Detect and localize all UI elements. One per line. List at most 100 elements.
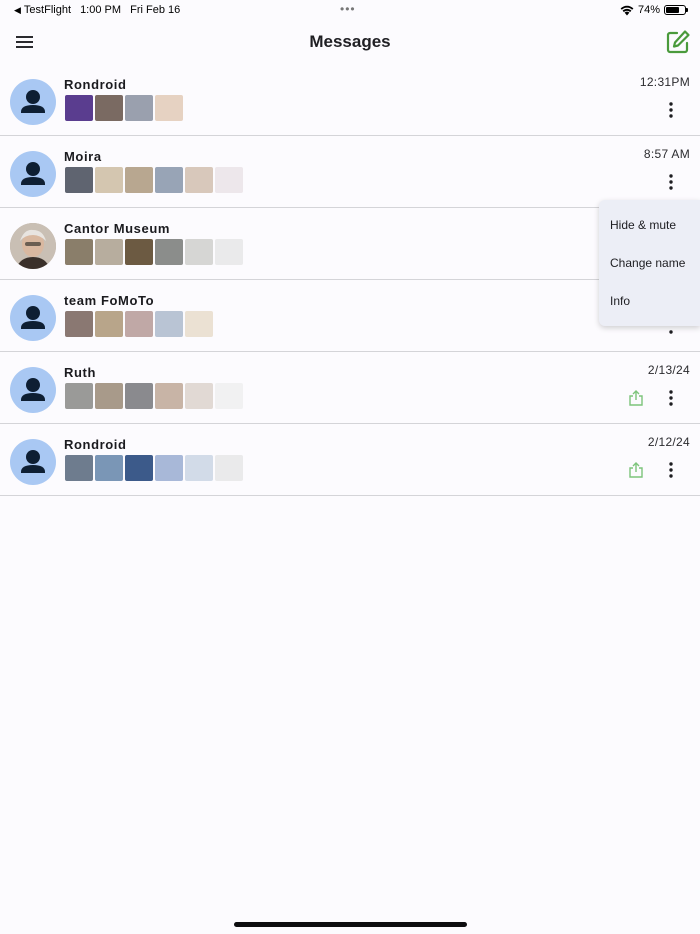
page-title: Messages xyxy=(309,32,391,51)
conversation-time: 2/12/24 xyxy=(647,435,690,449)
photo-thumbnail-strip xyxy=(65,455,243,481)
photo-thumbnail[interactable] xyxy=(95,95,123,121)
conversation-row[interactable]: team FoMoTo xyxy=(0,280,700,352)
more-options-button[interactable] xyxy=(664,173,678,191)
person-icon xyxy=(21,90,45,113)
photo-thumbnail[interactable] xyxy=(65,167,93,193)
photo-thumbnail[interactable] xyxy=(95,455,123,481)
battery-percent: 74% xyxy=(637,4,660,16)
photo-thumbnail[interactable] xyxy=(155,311,183,337)
hamburger-menu-button[interactable] xyxy=(14,32,36,52)
conversation-row[interactable]: Rondroid 12:31PM xyxy=(0,64,700,136)
home-indicator[interactable] xyxy=(234,922,467,927)
photo-thumbnail-strip xyxy=(65,383,243,409)
photo-thumbnail[interactable] xyxy=(185,455,213,481)
photo-thumbnail[interactable] xyxy=(65,95,93,121)
photo-thumbnail[interactable] xyxy=(185,239,213,265)
back-arrow-icon: ◀ xyxy=(14,5,21,15)
photo-thumbnail-strip xyxy=(65,239,243,265)
avatar-photo[interactable] xyxy=(10,223,56,269)
photo-thumbnail[interactable] xyxy=(125,95,153,121)
photo-thumbnail[interactable] xyxy=(185,383,213,409)
photo-thumbnail-strip xyxy=(65,311,213,337)
photo-thumbnail[interactable] xyxy=(95,311,123,337)
multitasking-dots[interactable]: ••• xyxy=(340,2,356,16)
photo-thumbnail[interactable] xyxy=(95,239,123,265)
photo-thumbnail[interactable] xyxy=(155,383,183,409)
app-bar: Messages xyxy=(0,20,700,64)
photo-thumbnail[interactable] xyxy=(125,167,153,193)
photo-thumbnail[interactable] xyxy=(65,383,93,409)
status-time: 1:00 PM xyxy=(80,4,122,16)
conversation-row[interactable]: Cantor Museum xyxy=(0,208,700,280)
conversation-name: Rondroid xyxy=(64,77,127,92)
conversation-time: 12:31PM xyxy=(639,75,690,89)
menu-item-change-name[interactable]: Change name xyxy=(610,256,685,270)
menu-item-info[interactable]: Info xyxy=(610,294,630,308)
person-icon xyxy=(21,306,45,329)
avatar[interactable] xyxy=(10,79,56,125)
status-date: Fri Feb 16 xyxy=(130,4,181,16)
conversation-row[interactable]: Moira 8:57 AM xyxy=(0,136,700,208)
compose-button[interactable] xyxy=(664,28,692,56)
photo-thumbnail[interactable] xyxy=(95,383,123,409)
status-right: 74% xyxy=(620,4,688,16)
hamburger-menu-icon xyxy=(16,36,33,48)
avatar[interactable] xyxy=(10,367,56,413)
photo-thumbnail[interactable] xyxy=(125,239,153,265)
conversation-row[interactable]: Ruth 2/13/24 xyxy=(0,352,700,424)
photo-thumbnail[interactable] xyxy=(155,95,183,121)
more-options-button[interactable] xyxy=(664,101,678,119)
conversation-row[interactable]: Rondroid 2/12/24 xyxy=(0,424,700,496)
photo-thumbnail[interactable] xyxy=(185,167,213,193)
conversation-options-menu: Hide & mute Change name Info xyxy=(599,200,700,326)
status-bar: ◀ TestFlight 1:00 PM Fri Feb 16 ••• 74% xyxy=(0,0,700,20)
photo-thumbnail-strip xyxy=(65,95,183,121)
photo-thumbnail[interactable] xyxy=(125,311,153,337)
photo-thumbnail[interactable] xyxy=(155,167,183,193)
compose-edit-icon xyxy=(666,30,690,54)
photo-thumbnail[interactable] xyxy=(125,383,153,409)
avatar[interactable] xyxy=(10,439,56,485)
photo-thumbnail[interactable] xyxy=(215,167,243,193)
share-button[interactable] xyxy=(628,389,644,407)
back-app-label: TestFlight xyxy=(23,4,71,16)
photo-thumbnail[interactable] xyxy=(125,455,153,481)
more-options-button[interactable] xyxy=(664,461,678,479)
photo-thumbnail[interactable] xyxy=(65,311,93,337)
avatar[interactable] xyxy=(10,295,56,341)
person-icon xyxy=(21,162,45,185)
menu-item-hide-mute[interactable]: Hide & mute xyxy=(610,218,676,232)
avatar[interactable] xyxy=(10,151,56,197)
more-vert-icon xyxy=(669,390,673,406)
photo-thumbnail[interactable] xyxy=(65,455,93,481)
share-icon xyxy=(629,390,643,406)
status-left: ◀ TestFlight 1:00 PM Fri Feb 16 xyxy=(14,4,180,16)
photo-thumbnail[interactable] xyxy=(155,455,183,481)
more-options-button[interactable] xyxy=(664,389,678,407)
photo-thumbnail[interactable] xyxy=(95,167,123,193)
share-icon xyxy=(629,462,643,478)
avatar-photo-image xyxy=(10,223,56,269)
conversation-name: Cantor Museum xyxy=(64,221,171,236)
conversation-name: team FoMoTo xyxy=(64,293,155,308)
conversation-name: Rondroid xyxy=(64,437,127,452)
photo-thumbnail[interactable] xyxy=(65,239,93,265)
share-button[interactable] xyxy=(628,461,644,479)
photo-thumbnail[interactable] xyxy=(185,311,213,337)
conversation-name: Ruth xyxy=(64,365,96,380)
more-vert-icon xyxy=(669,102,673,118)
person-icon xyxy=(21,378,45,401)
battery-fill xyxy=(666,7,680,13)
conversation-name: Moira xyxy=(64,149,102,164)
battery-icon xyxy=(664,5,688,15)
back-to-app-button[interactable]: ◀ TestFlight xyxy=(14,4,71,16)
photo-thumbnail-strip xyxy=(65,167,243,193)
person-icon xyxy=(21,450,45,473)
photo-thumbnail[interactable] xyxy=(155,239,183,265)
more-vert-icon xyxy=(669,174,673,190)
photo-thumbnail[interactable] xyxy=(215,239,243,265)
photo-thumbnail[interactable] xyxy=(215,383,243,409)
conversation-time: 8:57 AM xyxy=(643,147,690,161)
photo-thumbnail[interactable] xyxy=(215,455,243,481)
